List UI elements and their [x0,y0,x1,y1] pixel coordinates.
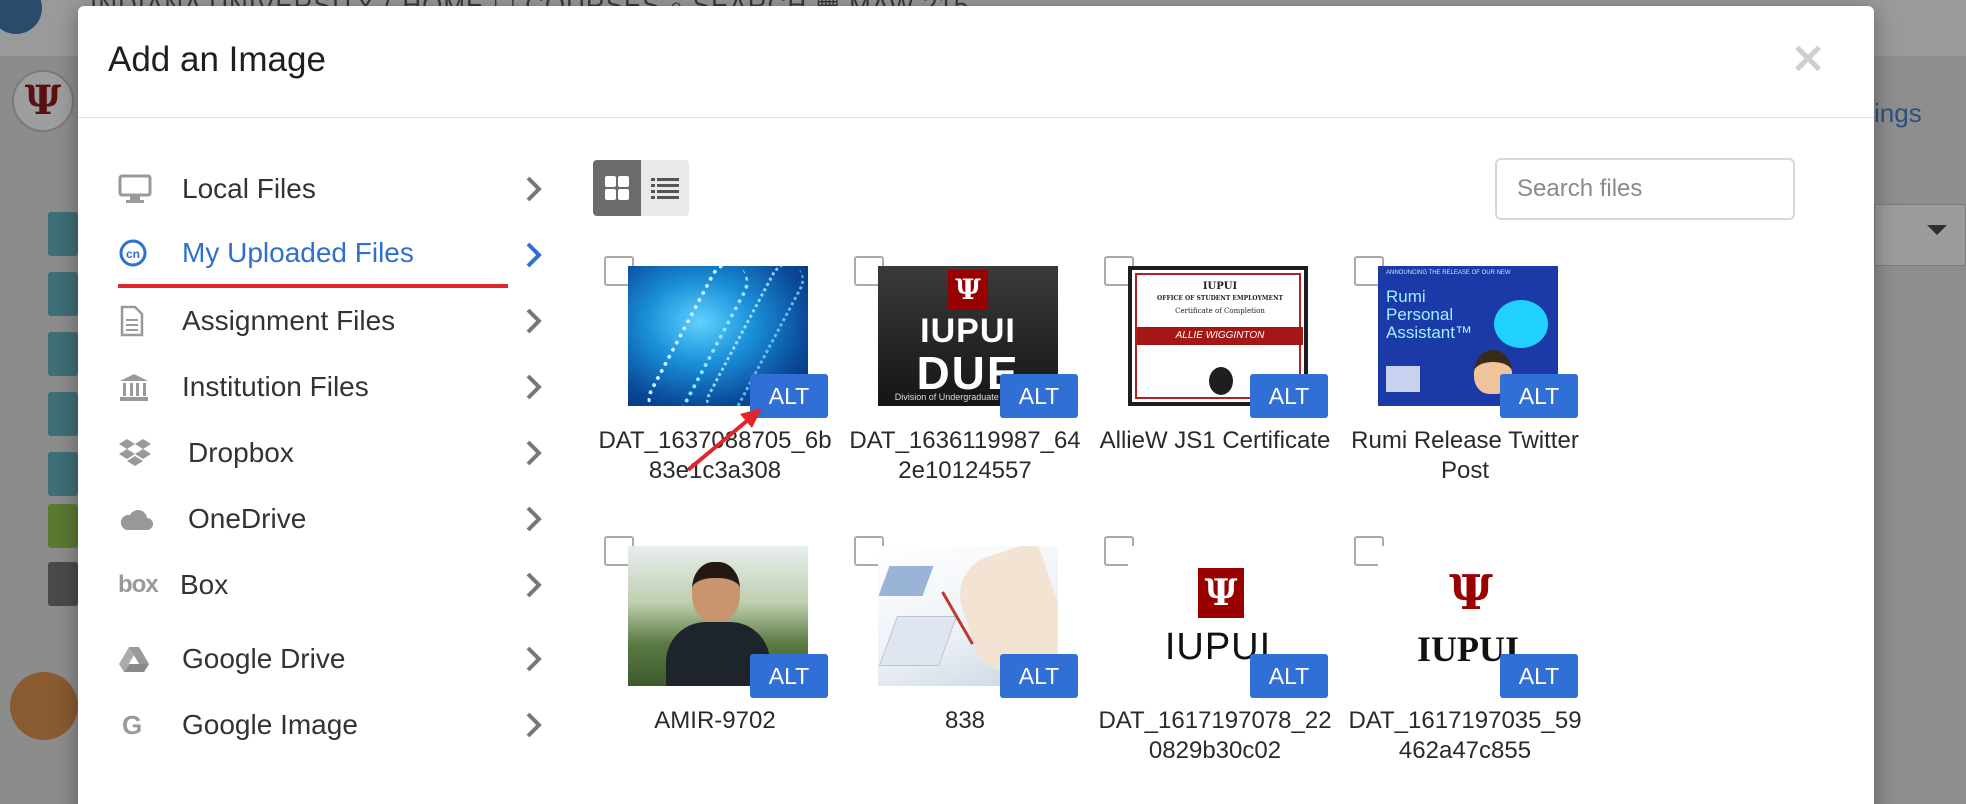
grid-icon [605,176,629,200]
source-box[interactable]: box Box [118,552,548,618]
file-tile[interactable]: Ψ IUPUI ALT DAT_1617197078_220829b30c02 [1098,536,1332,776]
chevron-right-icon [526,646,542,672]
source-label: Institution Files [182,371,369,402]
file-name: AllieW JS1 Certificate [1099,427,1331,454]
file-name: DAT_1636119987_642e10124557 [849,427,1081,484]
seal-icon [1209,367,1233,395]
google-drive-icon [118,639,166,679]
source-label: OneDrive [188,503,307,534]
view-toggle [593,160,689,216]
alt-text-button[interactable]: ALT [1250,654,1328,698]
source-my-uploaded-files[interactable]: cn My Uploaded Files [118,222,542,288]
source-dropbox[interactable]: Dropbox [118,420,548,486]
chevron-right-icon [526,440,542,466]
alt-text-button[interactable]: ALT [1000,654,1078,698]
iu-trident-icon: Ψ [948,270,988,310]
file-name: DAT_1617197078_220829b30c02 [1098,707,1332,764]
source-label: Assignment Files [182,305,396,336]
source-assignment-files[interactable]: Assignment Files [118,288,548,354]
iu-trident-icon: Ψ [1198,568,1244,618]
modal-title: Add an Image [108,40,326,79]
background-nav-icon [48,452,78,496]
background-nav-icon [48,504,78,548]
source-sidebar: Local Files cn My Uploaded Files Assignm… [118,156,548,758]
cn-logo-icon: cn [118,233,166,273]
file-name: AMIR-9702 [654,707,776,734]
box-logo-icon: box [118,571,159,598]
source-label: Box [180,569,229,600]
institution-icon [118,367,166,407]
source-label: Local Files [182,173,316,204]
file-tile[interactable]: ALT 838 [850,536,1080,776]
caret-down-icon [1927,225,1947,235]
alt-text-button[interactable]: ALT [750,654,828,698]
chevron-right-icon [526,374,542,400]
background-nav-icon [48,562,78,606]
source-label: Google Drive [182,643,346,674]
chevron-right-icon [526,242,542,268]
svg-text:cn: cn [126,247,140,261]
thumb-text: Certificate of Completion [1175,307,1265,315]
iu-trident-icon: Ψ [1449,565,1493,621]
source-label: My Uploaded Files [182,237,414,268]
list-view-button[interactable] [641,160,689,216]
speech-bubble-icon [1494,300,1548,348]
file-tile[interactable]: Ψ IUPUI ALT DAT_1617197035_59462a47c855 [1348,536,1582,776]
alt-text-button[interactable]: ALT [1500,374,1578,418]
source-local-files[interactable]: Local Files [118,156,548,222]
thumb-text: ALLIE WIGGINTON [1137,327,1303,345]
grid-view-button[interactable] [593,160,641,216]
background-iu-logo: Ψ [12,70,74,132]
add-image-modal: Add an Image × Local Files cn My Uploade… [78,6,1874,804]
close-button[interactable]: × [1786,36,1830,80]
file-tile[interactable]: IUPUI OFFICE OF STUDENT EMPLOYMENT Certi… [1100,256,1330,496]
google-g-icon: G [122,709,143,740]
source-onedrive[interactable]: OneDrive [118,486,548,552]
thumb-text: Rumi Personal Assistant™ [1386,287,1472,342]
source-google-drive[interactable]: Google Drive [118,626,548,692]
file-name: Rumi Release Twitter Post [1351,427,1579,484]
background-right-panel: ings [1874,56,1966,804]
background-nav-icon [48,392,78,436]
source-label: Google Image [182,709,358,740]
background-settings-link: ings [1874,98,1922,128]
thumb-text: OFFICE OF STUDENT EMPLOYMENT [1156,295,1284,302]
background-logo [0,0,42,34]
chevron-right-icon [526,712,542,738]
alt-text-button[interactable]: ALT [750,374,828,418]
background-dropdown [1874,204,1966,266]
source-google-image[interactable]: G Google Image [118,692,548,758]
background-people-icon [10,672,78,740]
document-icon [118,301,166,341]
search-files-input[interactable] [1495,158,1795,220]
alt-text-button[interactable]: ALT [1000,374,1078,418]
chevron-right-icon [526,308,542,334]
list-icon [651,178,679,199]
chevron-right-icon [526,506,542,532]
cloud-icon [118,499,166,539]
background-nav-icon [48,332,78,376]
laptop-icon [1386,366,1420,392]
file-tile[interactable]: ANNOUNCING THE RELEASE OF OUR NEW Rumi P… [1350,256,1580,496]
file-tile[interactable]: ALT DAT_1637088705_6b83e1c3a308 [598,256,832,496]
file-name: 838 [944,707,986,734]
background-nav-icon [48,212,78,256]
chevron-right-icon [526,176,542,202]
monitor-icon [118,169,166,209]
chevron-right-icon [526,572,542,598]
source-institution-files[interactable]: Institution Files [118,354,548,420]
file-name: DAT_1617197035_59462a47c855 [1348,707,1582,764]
dropbox-icon [118,433,166,473]
background-nav-icon [48,272,78,316]
file-name: DAT_1637088705_6b83e1c3a308 [598,427,832,484]
alt-text-button[interactable]: ALT [1250,374,1328,418]
alt-text-button[interactable]: ALT [1500,654,1578,698]
thumb-text: ANNOUNCING THE RELEASE OF OUR NEW [1386,270,1511,276]
file-tile[interactable]: ALT AMIR-9702 [600,536,830,776]
thumb-text: IUPUI [1202,281,1238,292]
source-label: Dropbox [188,437,294,468]
file-tile[interactable]: Ψ IUPUI DUE Division of Undergraduate Ed… [849,256,1081,496]
modal-header: Add an Image × [78,6,1874,118]
